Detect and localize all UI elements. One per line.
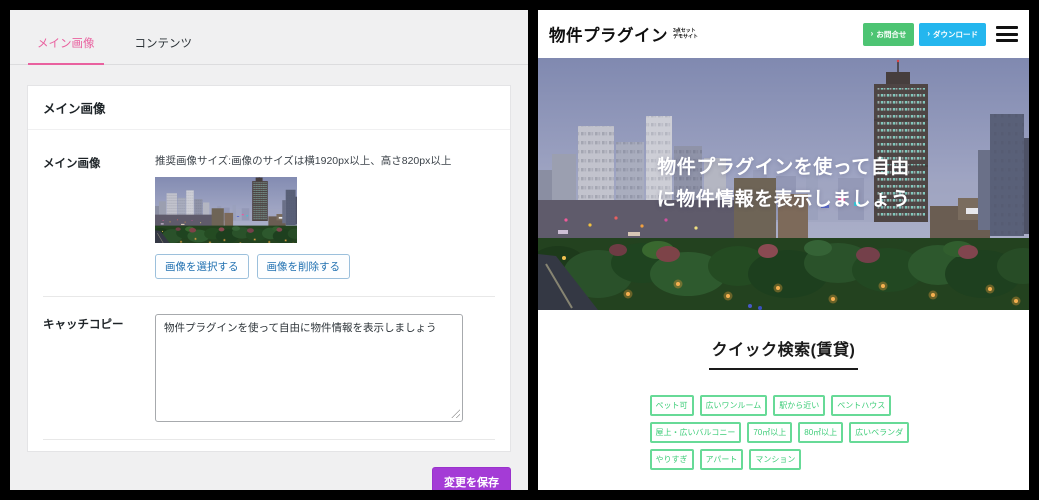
tab-content[interactable]: コンテンツ [126, 35, 202, 64]
site-logo-subtitle: 3点セット デモサイト [673, 28, 698, 41]
chevron-right-icon: › [871, 30, 874, 38]
catch-copy-row: キャッチコピー 物件プラグインを使って自由に物件情報を表示しましょう [40, 297, 498, 439]
tab-bar: メイン画像 コンテンツ [10, 10, 528, 65]
settings-card: メイン画像 メイン画像 推奨画像サイズ:画像のサイズは横1920px以上、高さ8… [27, 85, 511, 452]
admin-settings-panel: メイン画像 コンテンツ メイン画像 メイン画像 推奨画像サイズ:画像のサイズは横… [10, 10, 528, 490]
hamburger-menu-icon[interactable] [996, 26, 1018, 42]
hero-headline-line1: 物件プラグインを使って自由 [657, 152, 910, 184]
tag-button[interactable]: 屋上・広いバルコニー [650, 422, 742, 443]
site-logo[interactable]: 物件プラグイン [549, 22, 668, 46]
site-header: 物件プラグイン 3点セット デモサイト › お問合せ › ダウンロード [538, 10, 1029, 58]
screenshot-root: メイン画像 コンテンツ メイン画像 メイン画像 推奨画像サイズ:画像のサイズは横… [0, 0, 1039, 500]
save-changes-button[interactable]: 変更を保存 [432, 467, 511, 490]
hero-headline: 物件プラグインを使って自由 に物件情報を表示しましょう [538, 58, 1029, 310]
tag-button[interactable]: 80㎡以上 [798, 422, 843, 443]
main-image-label: メイン画像 [43, 153, 155, 279]
tag-button[interactable]: やりすぎ [650, 449, 694, 470]
tag-button[interactable]: アパート [700, 449, 744, 470]
main-image-thumbnail [155, 177, 297, 243]
hero-section: 物件プラグインを使って自由 に物件情報を表示しましょう [538, 58, 1029, 310]
tag-button[interactable]: マンション [749, 449, 801, 470]
site-preview-panel: 物件プラグイン 3点セット デモサイト › お問合せ › ダウンロード [538, 10, 1029, 490]
catch-copy-label: キャッチコピー [43, 314, 155, 422]
contact-button-label: お問合せ [876, 29, 906, 40]
image-size-hint: 推奨画像サイズ:画像のサイズは横1920px以上、高さ820px以上 [155, 153, 495, 168]
catch-copy-textarea[interactable]: 物件プラグインを使って自由に物件情報を表示しましょう [155, 314, 463, 422]
card-title: メイン画像 [28, 86, 510, 130]
tag-button[interactable]: 70㎡以上 [747, 422, 792, 443]
quick-search-tags: ペット可 広いワンルーム 駅から近い ペントハウス 屋上・広いバルコニー 70㎡… [650, 395, 918, 470]
tag-button[interactable]: 広いベランダ [849, 422, 909, 443]
contact-button[interactable]: › お問合せ [863, 23, 915, 46]
tag-button[interactable]: 駅から近い [773, 395, 825, 416]
main-image-row: メイン画像 推奨画像サイズ:画像のサイズは横1920px以上、高さ820px以上… [40, 136, 498, 296]
tag-button[interactable]: 広いワンルーム [700, 395, 768, 416]
hero-headline-line2: に物件情報を表示しましょう [657, 184, 911, 216]
logo-subtitle-line2: デモサイト [673, 34, 698, 41]
download-button-label: ダウンロード [933, 29, 978, 40]
tag-button[interactable]: ペントハウス [831, 395, 891, 416]
tab-main-image[interactable]: メイン画像 [28, 35, 104, 65]
remove-image-button[interactable]: 画像を削除する [257, 254, 351, 279]
quick-search-section: クイック検索(賃貸) ペット可 広いワンルーム 駅から近い ペントハウス 屋上・… [538, 310, 1029, 470]
card-bottom-divider [43, 439, 495, 451]
select-image-button[interactable]: 画像を選択する [155, 254, 249, 279]
tag-button[interactable]: ペット可 [650, 395, 694, 416]
quick-search-title: クイック検索(賃貸) [709, 336, 859, 370]
chevron-right-icon: › [927, 30, 930, 38]
download-button[interactable]: › ダウンロード [919, 23, 986, 46]
